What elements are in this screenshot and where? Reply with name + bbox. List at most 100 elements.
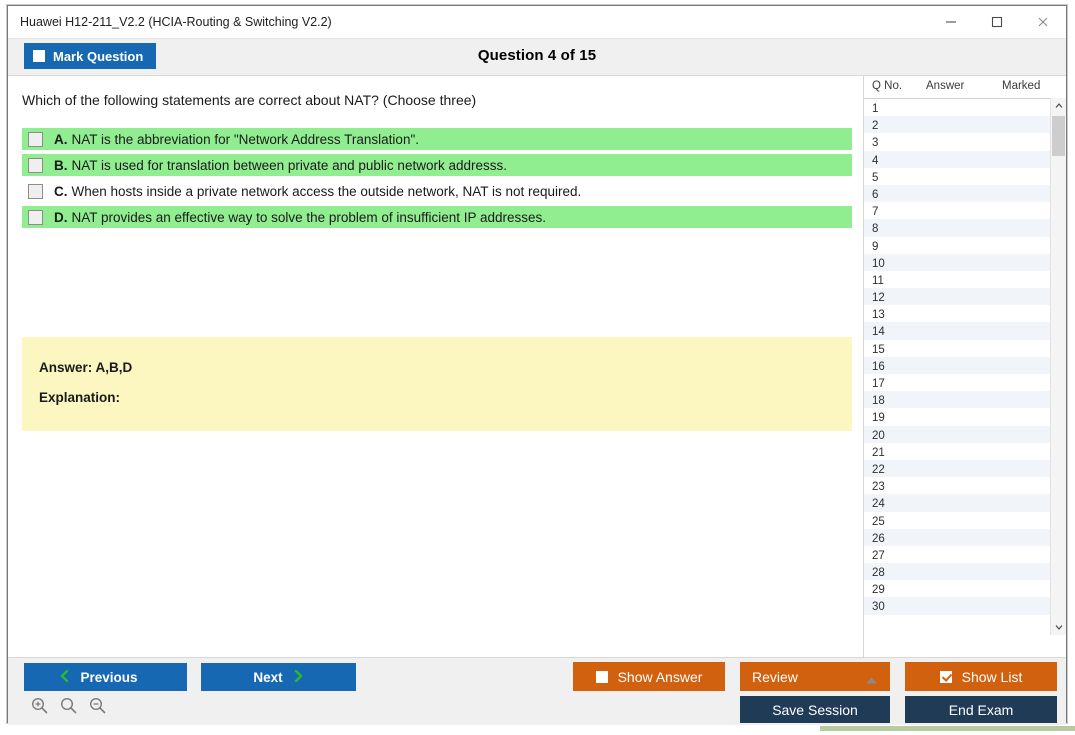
exam-application-window: Huawei H12-211_V2.2 (HCIA-Routing & Swit… [7, 5, 1067, 725]
question-list-row-number: 24 [872, 498, 885, 511]
question-list-row[interactable]: 8 [864, 219, 1051, 237]
question-list-row[interactable]: 2 [864, 116, 1051, 134]
question-stem: Which of the following statements are co… [22, 92, 477, 108]
question-list-row-number: 8 [872, 223, 879, 236]
exam-header-bar: Mark Question Question 4 of 15 [8, 39, 1066, 76]
zoom-in-icon[interactable] [30, 696, 49, 720]
question-list-row-number: 19 [872, 412, 885, 425]
question-list-row[interactable]: 16 [864, 356, 1051, 374]
question-list-row[interactable]: 11 [864, 270, 1051, 289]
chevron-right-icon [293, 669, 304, 686]
question-list-body: 1 2 3 4 5 6 7 8 9 10 11 12 13 14 15 16 17 18 19 20 21 22 23 24 2… [864, 99, 1066, 636]
question-list-row[interactable]: 1 [864, 99, 1051, 117]
chevron-up-icon [865, 672, 878, 688]
option-checkbox-d[interactable] [28, 209, 43, 225]
question-list-row[interactable]: 15 [864, 339, 1051, 357]
window-titlebar: Huawei H12-211_V2.2 (HCIA-Routing & Swit… [8, 6, 1066, 39]
answer-options-list: A. NAT is the abbreviation for "Network A… [22, 128, 852, 232]
zoom-reset-icon[interactable] [59, 696, 78, 720]
save-session-button[interactable]: Save Session [740, 696, 890, 723]
previous-button[interactable]: Previous [24, 663, 187, 691]
show-answer-label: Show Answer [617, 668, 703, 685]
option-text: NAT provides an effective way to solve t… [71, 209, 547, 225]
end-exam-button[interactable]: End Exam [905, 696, 1057, 723]
question-list-row-number: 30 [872, 601, 885, 614]
question-list-row[interactable]: 14 [864, 322, 1051, 340]
show-answer-button[interactable]: Show Answer [573, 662, 725, 691]
question-list-row[interactable]: 23 [864, 477, 1051, 495]
exam-content-area: Which of the following statements are co… [8, 76, 1066, 657]
question-list-row[interactable]: 10 [864, 253, 1051, 271]
close-button[interactable] [1020, 6, 1066, 37]
question-list-row[interactable]: 24 [864, 494, 1051, 512]
show-list-checkbox[interactable] [939, 670, 952, 683]
question-list-row[interactable]: 29 [864, 580, 1051, 598]
question-list-row[interactable]: 28 [864, 563, 1051, 581]
window-title: Huawei H12-211_V2.2 (HCIA-Routing & Swit… [20, 15, 332, 29]
close-icon [1036, 15, 1050, 29]
option-checkbox-b[interactable] [28, 157, 43, 173]
question-list-row[interactable]: 26 [864, 528, 1051, 546]
answer-text: Answer: A,B,D [39, 360, 133, 375]
desktop-bottom-strip [0, 726, 1075, 735]
question-list-row[interactable]: 7 [864, 202, 1051, 220]
answer-option-d[interactable]: D. NAT provides an effective way to solve… [22, 206, 852, 228]
maximize-button[interactable] [974, 6, 1020, 37]
option-text: NAT is the abbreviation for "Network Add… [71, 131, 420, 147]
question-list-header: Q No. Answer Marked [864, 76, 1066, 99]
zoom-tool-group [30, 696, 107, 720]
taskbar-hint [820, 726, 1075, 731]
minimize-icon [944, 15, 958, 29]
show-list-button[interactable]: Show List [905, 662, 1057, 691]
question-list-row[interactable]: 9 [864, 236, 1051, 254]
option-letter: C. [54, 183, 68, 199]
question-list-scrollbar[interactable] [1050, 98, 1066, 635]
question-list-row[interactable]: 3 [864, 133, 1051, 151]
question-list-row[interactable]: 22 [864, 459, 1051, 478]
question-list-row[interactable]: 21 [864, 442, 1051, 460]
option-text: When hosts inside a private network acce… [71, 183, 582, 199]
option-checkbox-c[interactable] [28, 183, 43, 199]
answer-option-c[interactable]: C. When hosts inside a private network ac… [22, 180, 852, 202]
question-list-row[interactable]: 18 [864, 391, 1051, 409]
column-header-qno: Q No. [872, 80, 903, 92]
option-text: NAT is used for translation between priv… [71, 157, 507, 173]
question-list-row[interactable]: 5 [864, 167, 1051, 185]
previous-label: Previous [80, 669, 138, 685]
desktop-background: Huawei H12-211_V2.2 (HCIA-Routing & Swit… [0, 0, 1075, 735]
end-exam-label: End Exam [948, 701, 1014, 718]
next-button[interactable]: Next [201, 663, 356, 691]
question-list-row[interactable]: 6 [864, 184, 1051, 203]
review-dropdown-button[interactable]: Review [740, 662, 890, 691]
maximize-icon [990, 15, 1004, 29]
answer-option-b[interactable]: B. NAT is used for translation between pr… [22, 154, 852, 176]
zoom-out-icon[interactable] [88, 696, 107, 720]
minimize-button[interactable] [928, 6, 974, 37]
option-letter: D. [54, 209, 68, 225]
scroll-down-arrow-icon[interactable] [1051, 619, 1066, 635]
answer-option-a[interactable]: A. NAT is the abbreviation for "Network A… [22, 128, 852, 150]
column-header-marked: Marked [1002, 80, 1041, 92]
scrollbar-thumb[interactable] [1052, 116, 1065, 156]
question-list-row[interactable]: 30 [864, 597, 1051, 615]
question-list-row-number: 3 [872, 137, 879, 150]
option-letter: B. [54, 157, 68, 173]
question-list-row[interactable]: 4 [864, 150, 1051, 168]
question-list-row[interactable]: 27 [864, 545, 1051, 564]
scroll-up-arrow-icon[interactable] [1051, 98, 1066, 114]
question-list-row[interactable]: 19 [864, 408, 1051, 426]
review-label: Review [752, 668, 798, 685]
question-list-panel: Q No. Answer Marked 1 2 3 4 5 6 7 8 9 10 11 12 13 14 1… [863, 76, 1066, 657]
explanation-label: Explanation: [39, 390, 121, 405]
option-checkbox-a[interactable] [28, 131, 43, 147]
exam-footer-toolbar: Previous Next Show Answer Review Show Li… [8, 657, 1066, 725]
chevron-left-icon [59, 669, 70, 686]
column-header-answer: Answer [926, 80, 965, 92]
question-list-row[interactable]: 25 [864, 511, 1051, 529]
show-answer-checkbox[interactable] [595, 670, 608, 683]
question-list-row[interactable]: 13 [864, 305, 1051, 323]
question-list-row[interactable]: 17 [864, 374, 1051, 392]
answer-explanation-box: Answer: A,B,D Explanation: [22, 337, 852, 431]
question-list-row[interactable]: 12 [864, 288, 1051, 306]
question-list-row[interactable]: 20 [864, 425, 1051, 443]
